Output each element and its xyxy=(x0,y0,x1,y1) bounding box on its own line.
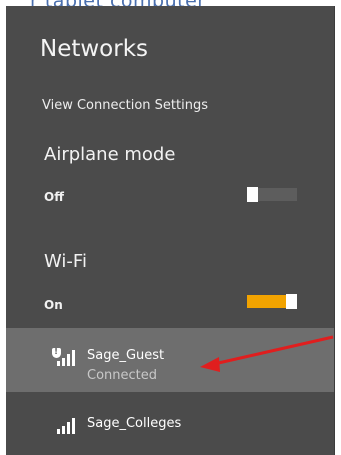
network-item-sage-colleges[interactable]: Sage_Colleges xyxy=(6,406,334,446)
wifi-toggle[interactable] xyxy=(247,294,297,309)
airplane-mode-label: Airplane mode xyxy=(44,144,176,165)
view-connection-settings-link[interactable]: View Connection Settings xyxy=(42,98,208,113)
network-name: Sage_Colleges xyxy=(87,416,182,431)
signal-strength-icon xyxy=(54,418,76,434)
airplane-mode-toggle[interactable] xyxy=(247,187,297,202)
network-status: Connected xyxy=(87,368,158,383)
network-name: Sage_Guest xyxy=(87,348,165,363)
wifi-toggle-thumb xyxy=(286,294,297,309)
wifi-label: Wi-Fi xyxy=(44,251,87,272)
networks-panel: Networks View Connection Settings Airpla… xyxy=(6,6,335,455)
wifi-state: On xyxy=(44,298,63,312)
security-warning-icon xyxy=(52,347,61,358)
airplane-mode-state: Off xyxy=(44,190,64,204)
network-item-sage-guest[interactable]: Sage_Guest Connected xyxy=(6,328,334,392)
wifi-toggle-fill xyxy=(247,295,286,308)
panel-title: Networks xyxy=(40,36,149,62)
airplane-toggle-thumb xyxy=(247,187,258,202)
signal-strength-icon xyxy=(52,347,76,366)
